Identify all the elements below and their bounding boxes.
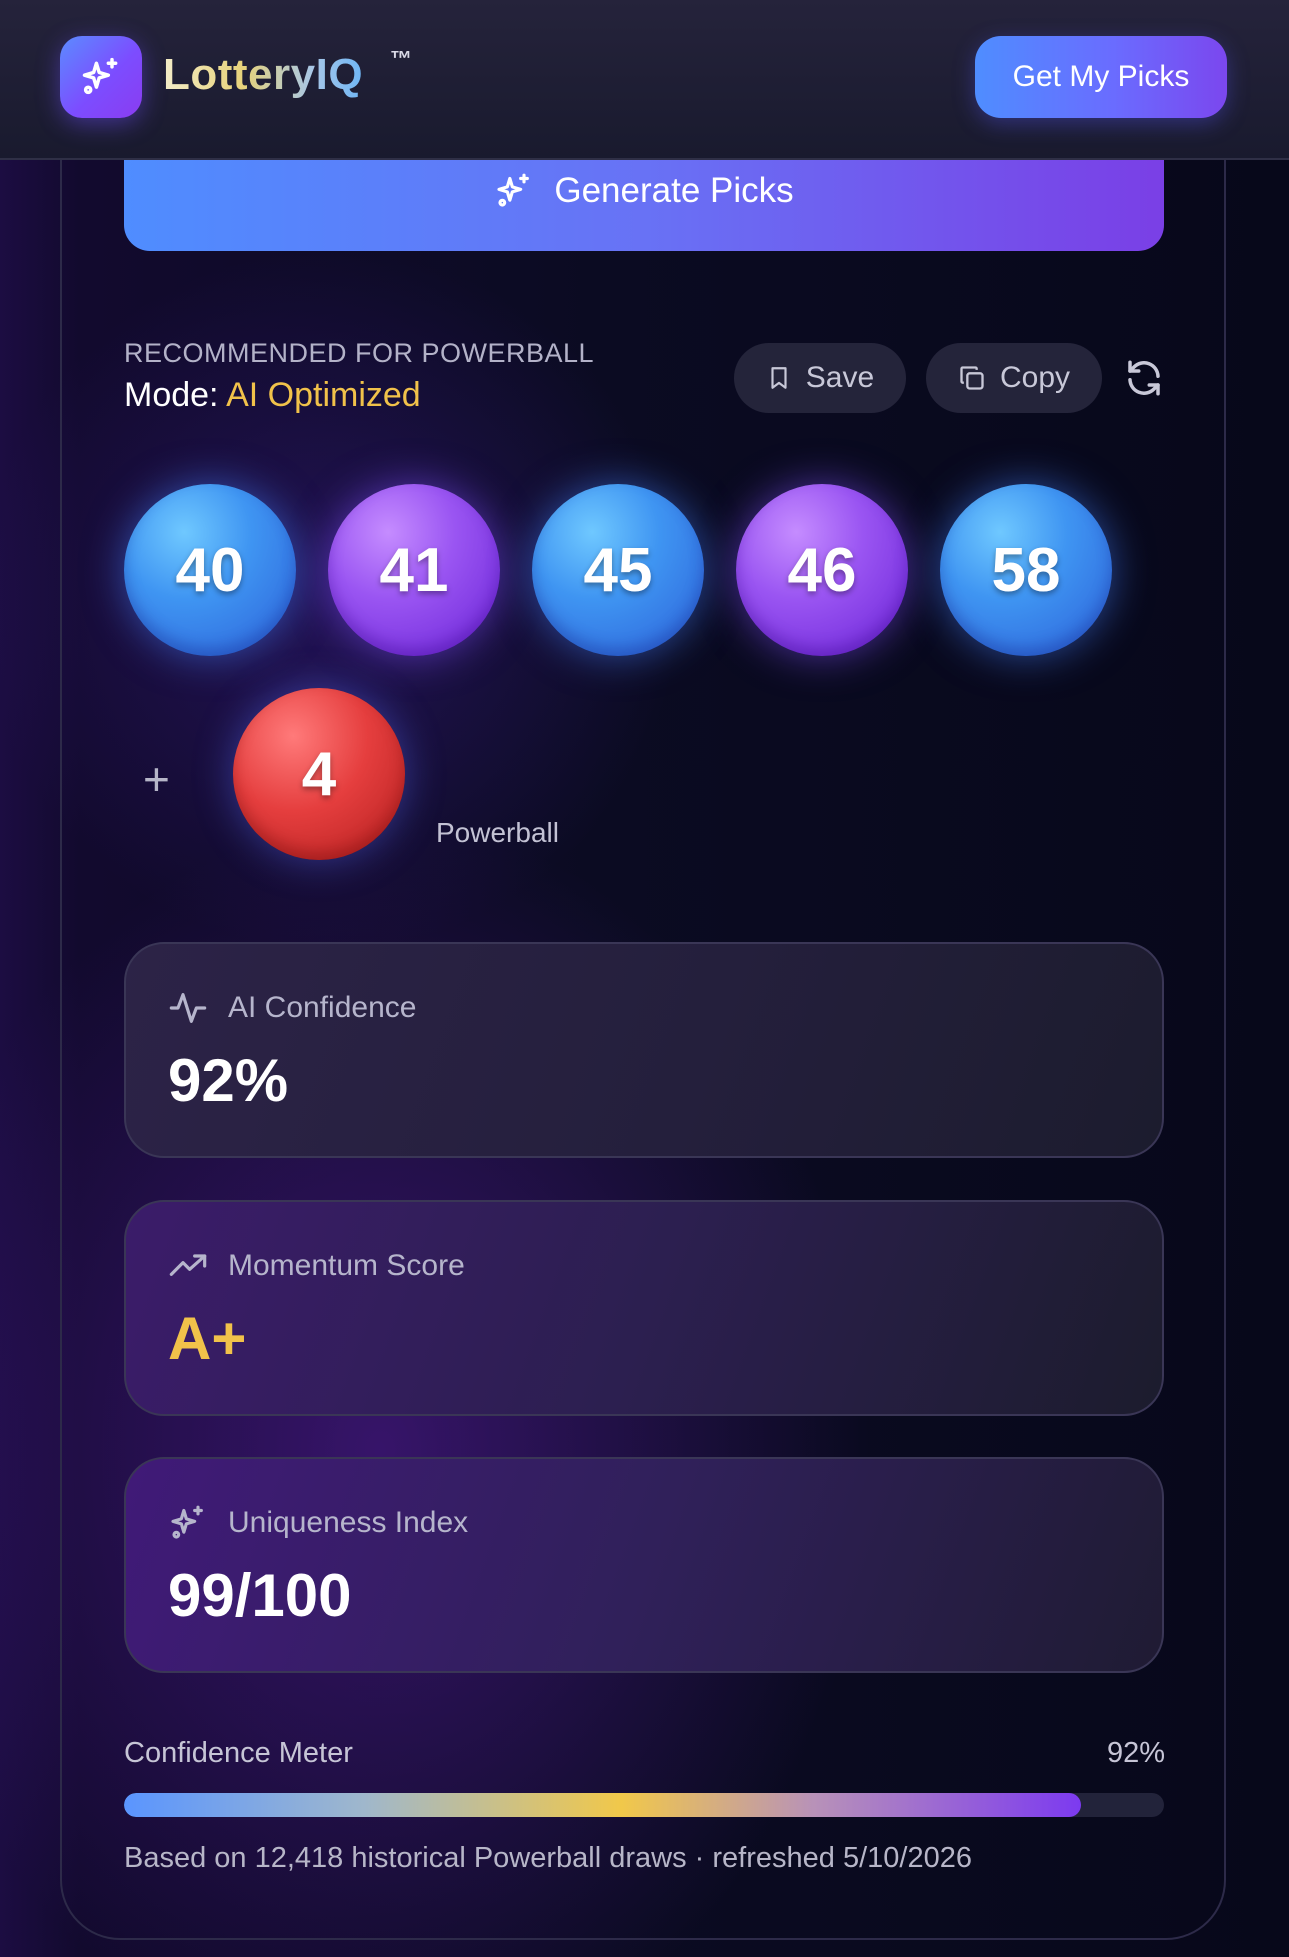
pick-ball-4: 46 — [736, 484, 908, 656]
refresh-icon — [1128, 360, 1160, 396]
bookmark-icon — [771, 367, 787, 389]
confidence-meter-label: Confidence Meter — [124, 1737, 353, 1769]
uniqueness-index-card: Uniqueness Index 99/100 — [124, 1457, 1164, 1673]
mode-prefix: Mode: — [124, 376, 227, 414]
save-label: Save — [805, 361, 875, 394]
copy-icon — [960, 366, 984, 390]
brand-name: LotteryIQ — [163, 50, 363, 106]
mode-line: Mode: AI Optimized — [124, 376, 421, 415]
trending-up-icon — [169, 1254, 207, 1276]
stat-header: Uniqueness Index — [168, 1503, 468, 1543]
get-my-picks-button[interactable]: Get My Picks — [975, 36, 1227, 118]
generate-picks-label: Generate Picks — [554, 170, 794, 210]
sparkles-icon — [497, 173, 530, 207]
stat-value: A+ — [168, 1305, 247, 1372]
sparkles-icon — [82, 57, 118, 95]
confidence-meter-percent: 92% — [1106, 1737, 1165, 1769]
powerball-ball: 4 — [233, 688, 405, 860]
copy-button[interactable]: Copy — [926, 343, 1102, 413]
pick-ball-1: 40 — [124, 484, 296, 656]
logo[interactable] — [60, 36, 142, 118]
refresh-button[interactable] — [1122, 356, 1166, 400]
pick-ball-3: 45 — [532, 484, 704, 656]
trademark-mark: ™ — [390, 46, 412, 71]
generate-picks-button[interactable]: Generate Picks — [124, 158, 1164, 251]
stat-header: AI Confidence — [168, 988, 416, 1028]
mode-value: AI Optimized — [226, 376, 421, 414]
plus-sign: + — [143, 753, 170, 805]
recommendation-heading: RECOMMENDED FOR POWERBALL — [124, 338, 595, 368]
pick-ball-5: 58 — [940, 484, 1112, 656]
activity-pulse-icon — [169, 993, 207, 1023]
copy-label: Copy — [999, 361, 1071, 394]
stat-header: Momentum Score — [168, 1246, 465, 1286]
stat-label: Momentum Score — [228, 1249, 465, 1282]
confidence-meter-fill — [124, 1793, 1081, 1817]
sparkles-icon — [171, 1505, 203, 1539]
pick-ball-2: 41 — [328, 484, 500, 656]
powerball-label: Powerball — [436, 817, 559, 848]
save-button[interactable]: Save — [734, 343, 906, 413]
confidence-meter-track — [124, 1793, 1164, 1817]
stat-value: 92% — [168, 1047, 289, 1114]
app-header: LotteryIQ ™ Get My Picks — [0, 0, 1289, 160]
ai-confidence-card: AI Confidence 92% — [124, 942, 1164, 1158]
stat-value: 99/100 — [168, 1562, 352, 1629]
data-source-footnote: Based on 12,418 historical Powerball dra… — [124, 1842, 972, 1874]
stat-label: AI Confidence — [228, 991, 417, 1024]
momentum-score-card: Momentum Score A+ — [124, 1200, 1164, 1416]
stat-label: Uniqueness Index — [228, 1506, 469, 1539]
